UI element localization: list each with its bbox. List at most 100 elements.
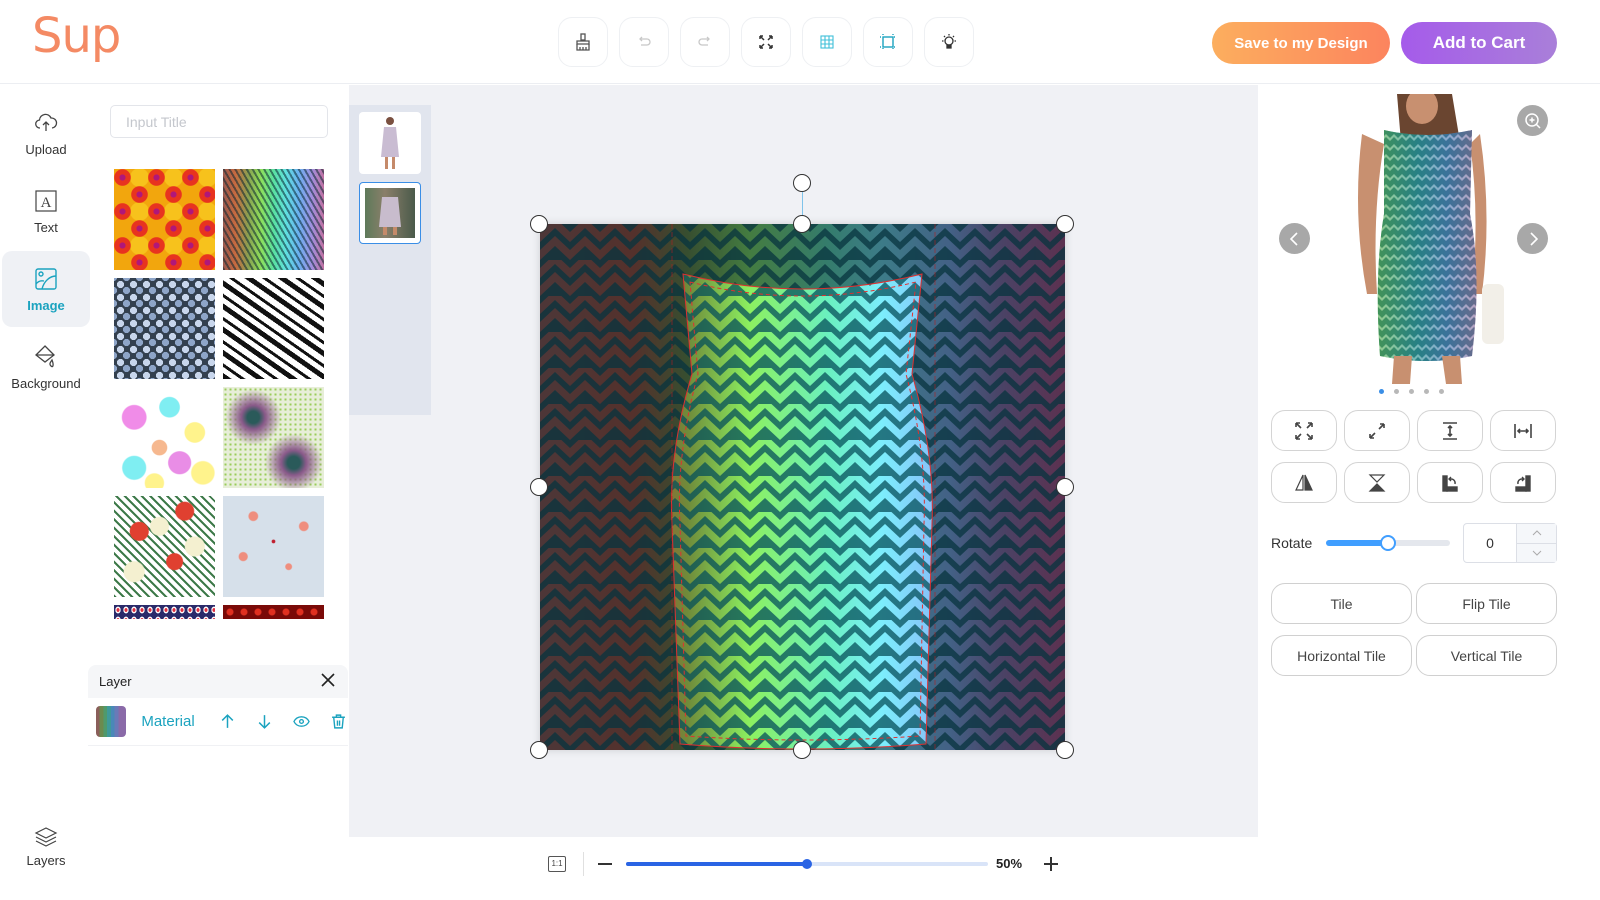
rotate-stepper bbox=[1516, 524, 1556, 562]
rotate-right-icon bbox=[1515, 474, 1531, 492]
layer-panel: Layer Material bbox=[88, 665, 348, 746]
light-button[interactable] bbox=[924, 17, 974, 67]
image-icon bbox=[35, 267, 57, 290]
lightbulb-icon bbox=[942, 34, 956, 49]
undo-button[interactable] bbox=[619, 17, 669, 67]
sidebar-item-label: Text bbox=[34, 219, 58, 235]
swatch-red-floral[interactable] bbox=[223, 605, 324, 619]
sidebar-item-image[interactable]: Image bbox=[2, 251, 90, 327]
view-thumbnail-front[interactable] bbox=[359, 112, 421, 174]
swatch-ikat[interactable] bbox=[114, 169, 215, 270]
rotate-handle[interactable] bbox=[793, 174, 811, 192]
chevron-up-icon bbox=[1532, 530, 1541, 536]
safe-area-button[interactable] bbox=[863, 17, 913, 67]
top-header: Sup Save to my Design Add to Cart bbox=[0, 0, 1600, 84]
preview-dot[interactable] bbox=[1439, 389, 1444, 394]
flip-horizontal-button[interactable] bbox=[1271, 462, 1337, 503]
fit-height-button[interactable] bbox=[1417, 410, 1483, 451]
sidebar-item-label: Background bbox=[11, 375, 81, 391]
paint-bucket-icon bbox=[35, 344, 55, 367]
zoom-slider[interactable] bbox=[626, 859, 988, 869]
resize-handle-top-right[interactable] bbox=[1056, 215, 1074, 233]
swatch-blue-polka[interactable] bbox=[114, 278, 215, 379]
tile-button[interactable]: Tile bbox=[1271, 583, 1412, 624]
preview-dot[interactable] bbox=[1424, 389, 1429, 394]
swatch-blue-ditsy[interactable] bbox=[223, 496, 324, 597]
flip-tile-button[interactable]: Flip Tile bbox=[1416, 583, 1557, 624]
preview-next-button[interactable] bbox=[1517, 223, 1548, 254]
decrement-button[interactable] bbox=[1517, 542, 1556, 563]
flip-vertical-icon bbox=[1368, 473, 1386, 492]
rotate-right-button[interactable] bbox=[1490, 462, 1556, 503]
move-up-icon[interactable] bbox=[218, 712, 237, 732]
resize-handle-bottom[interactable] bbox=[793, 741, 811, 759]
sidebar-item-layers[interactable]: Layers bbox=[2, 825, 90, 883]
vertical-tile-button[interactable]: Vertical Tile bbox=[1416, 635, 1557, 676]
view-thumbnail-back[interactable] bbox=[359, 182, 421, 244]
fill-button[interactable] bbox=[1271, 410, 1337, 451]
flip-vertical-button[interactable] bbox=[1344, 462, 1410, 503]
grid-button[interactable] bbox=[802, 17, 852, 67]
rotate-left-icon bbox=[1442, 474, 1458, 492]
actual-size-button[interactable]: 1:1 bbox=[548, 856, 566, 872]
sidebar-item-label: Layers bbox=[26, 853, 66, 868]
close-icon[interactable] bbox=[320, 672, 336, 691]
zoom-in-button[interactable] bbox=[1043, 856, 1059, 872]
zoom-out-button[interactable] bbox=[598, 863, 612, 865]
trash-icon[interactable] bbox=[329, 712, 348, 732]
resize-handle-bottom-left[interactable] bbox=[530, 741, 548, 759]
preview-dots bbox=[1379, 389, 1444, 394]
rotate-value-field[interactable] bbox=[1464, 524, 1516, 562]
increment-button[interactable] bbox=[1517, 524, 1556, 543]
clear-brush-button[interactable] bbox=[558, 17, 608, 67]
redo-button[interactable] bbox=[680, 17, 730, 67]
resize-handle-bottom-right[interactable] bbox=[1056, 741, 1074, 759]
resize-handle-left[interactable] bbox=[530, 478, 548, 496]
zoom-percent: 50% bbox=[996, 856, 1023, 871]
chevron-down-icon bbox=[1532, 550, 1541, 556]
swatch-navy-geometric[interactable] bbox=[114, 605, 215, 619]
preview-dot[interactable] bbox=[1394, 389, 1399, 394]
preview-prev-button[interactable] bbox=[1279, 223, 1310, 254]
rotate-slider-knob[interactable] bbox=[1380, 535, 1396, 551]
sidebar-item-text[interactable]: A Text bbox=[2, 173, 90, 249]
preview-zoom-button[interactable] bbox=[1517, 105, 1548, 136]
resize-handle-top-left[interactable] bbox=[530, 215, 548, 233]
logo[interactable]: Sup bbox=[32, 8, 121, 64]
preview-dot[interactable] bbox=[1379, 389, 1384, 394]
material-panel bbox=[92, 85, 350, 900]
dress-preview-image bbox=[1358, 94, 1504, 384]
layer-name: Material bbox=[141, 713, 195, 730]
zoom-slider-fill bbox=[626, 862, 807, 866]
rotate-left-button[interactable] bbox=[1417, 462, 1483, 503]
eye-icon[interactable] bbox=[292, 712, 311, 732]
layer-panel-title: Layer bbox=[99, 674, 132, 689]
sidebar-item-upload[interactable]: Upload bbox=[2, 95, 90, 171]
swatch-zebra[interactable] bbox=[223, 278, 324, 379]
layer-panel-header: Layer bbox=[88, 665, 348, 698]
design-artwork[interactable] bbox=[540, 224, 1065, 750]
rotate-slider[interactable] bbox=[1326, 535, 1450, 551]
fit-height-icon bbox=[1443, 421, 1457, 440]
sidebar-item-background[interactable]: Background bbox=[2, 329, 90, 405]
fit-screen-button[interactable] bbox=[741, 17, 791, 67]
title-input[interactable] bbox=[110, 105, 328, 138]
swatch-rainbow-herringbone[interactable] bbox=[223, 169, 324, 270]
save-design-button[interactable]: Save to my Design bbox=[1212, 22, 1390, 64]
swatch-tropical-floral[interactable] bbox=[114, 496, 215, 597]
horizontal-tile-button[interactable]: Horizontal Tile bbox=[1271, 635, 1412, 676]
resize-handle-right[interactable] bbox=[1056, 478, 1074, 496]
fit-width-button[interactable] bbox=[1490, 410, 1556, 451]
product-preview[interactable] bbox=[1342, 94, 1516, 384]
plus-icon bbox=[1044, 857, 1058, 871]
fit-button[interactable] bbox=[1344, 410, 1410, 451]
transform-buttons bbox=[1271, 410, 1556, 503]
preview-dot[interactable] bbox=[1409, 389, 1414, 394]
add-to-cart-button[interactable]: Add to Cart bbox=[1401, 22, 1557, 64]
move-down-icon[interactable] bbox=[255, 712, 274, 732]
swatch-green-mosaic[interactable] bbox=[223, 387, 324, 488]
layer-item[interactable]: Material bbox=[88, 698, 348, 746]
zoom-slider-knob[interactable] bbox=[802, 859, 812, 869]
swatch-pastel-dots[interactable] bbox=[114, 387, 215, 488]
resize-handle-top[interactable] bbox=[793, 215, 811, 233]
